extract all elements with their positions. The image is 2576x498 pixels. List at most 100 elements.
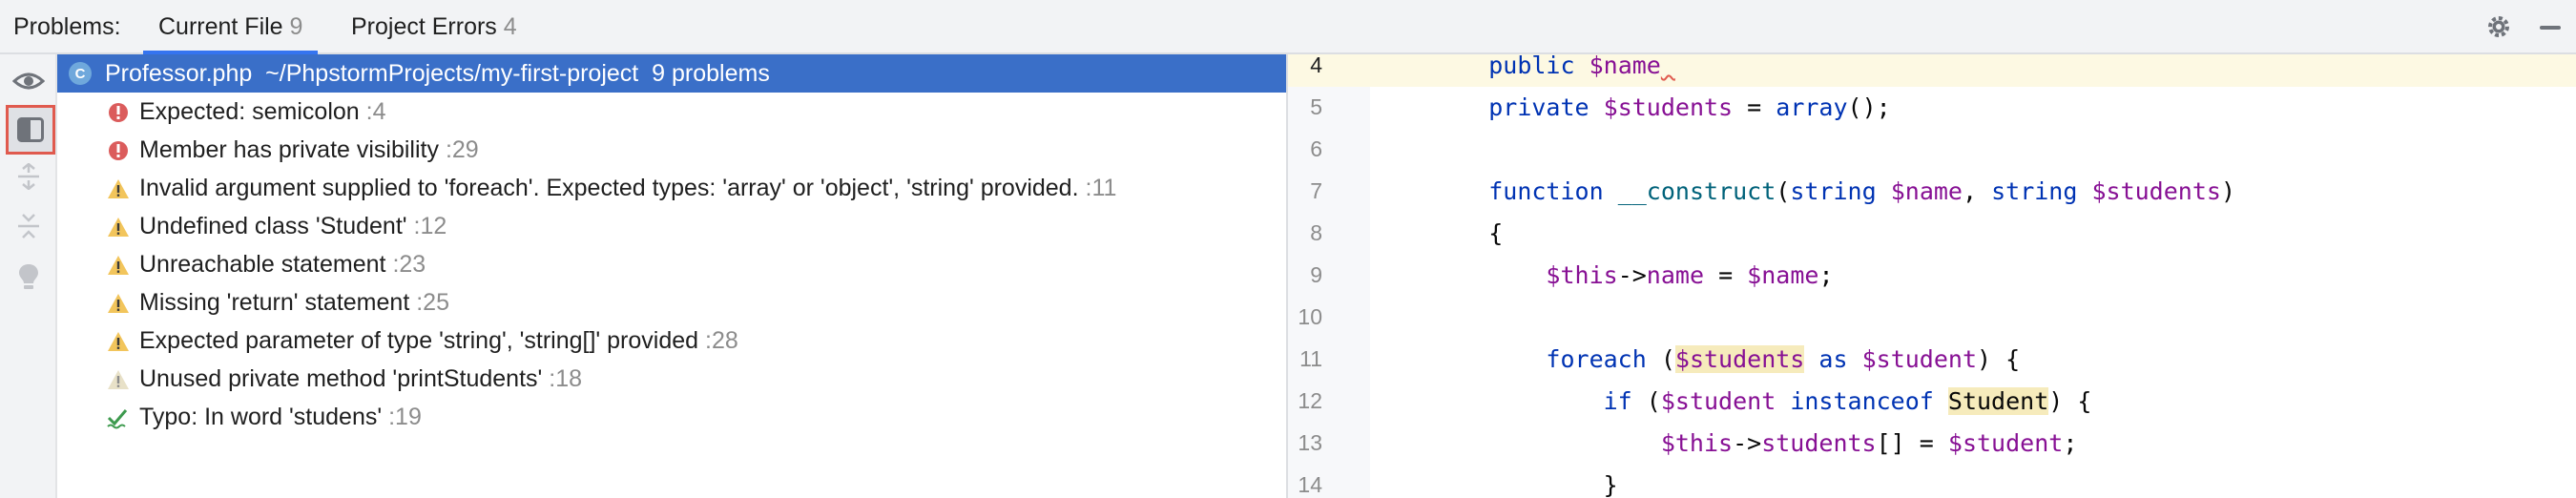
problems-tabbar: Problems: Current File 9 Project Errors … bbox=[0, 0, 2576, 54]
line-number: 11 bbox=[1299, 346, 1322, 371]
code-token: foreach bbox=[1546, 345, 1647, 373]
line-number: 5 bbox=[1310, 94, 1322, 119]
preview-toggle[interactable] bbox=[11, 64, 46, 98]
line-number: 7 bbox=[1310, 178, 1322, 203]
code-token: [] = bbox=[1876, 429, 1948, 457]
problem-row[interactable]: Expected: semicolon :4 bbox=[57, 93, 1286, 131]
problem-row[interactable]: Unused private method 'printStudents' :1… bbox=[57, 360, 1286, 398]
warning-icon bbox=[108, 294, 129, 313]
problem-line: :23 bbox=[392, 251, 426, 278]
line-number: 8 bbox=[1310, 220, 1322, 245]
code-preview: 4 public $name 5 private $students = arr… bbox=[1288, 54, 2576, 498]
code-line[interactable]: 5 private $students = array(); bbox=[1288, 87, 2576, 129]
code-line[interactable]: 6 bbox=[1288, 129, 2576, 171]
problem-line: :4 bbox=[365, 98, 386, 125]
problem-line: :25 bbox=[416, 289, 449, 316]
tab-project-errors[interactable]: Project Errors 4 bbox=[336, 0, 532, 54]
code-token: array bbox=[1776, 93, 1848, 121]
collapse-all-button[interactable] bbox=[11, 209, 46, 243]
quick-fix-button[interactable] bbox=[11, 259, 46, 294]
line-number: 9 bbox=[1310, 262, 1322, 287]
problem-row[interactable]: Expected parameter of type 'string', 'st… bbox=[57, 322, 1286, 360]
code-token: Student bbox=[1947, 387, 2049, 415]
code-line[interactable]: 14 } bbox=[1288, 465, 2576, 498]
code-token: private bbox=[1488, 93, 1589, 121]
code-token: ( bbox=[1646, 345, 1675, 373]
code-token: $students bbox=[1674, 345, 1805, 373]
problem-row[interactable]: Typo: In word 'studens' :19 bbox=[57, 398, 1286, 436]
code-line[interactable]: 9 $this->name = $name; bbox=[1288, 255, 2576, 297]
code-line[interactable]: 7 function __construct(string $name, str… bbox=[1288, 171, 2576, 213]
tab-project-errors-label: Project Errors bbox=[351, 13, 497, 40]
code-text: public $name bbox=[1431, 54, 1675, 79]
problem-text: Unreachable statement bbox=[139, 251, 386, 278]
weak-warning-icon bbox=[108, 370, 129, 389]
line-number: 12 bbox=[1298, 388, 1322, 413]
problem-line: :19 bbox=[388, 404, 422, 430]
error-icon bbox=[109, 141, 128, 160]
problem-text: Unused private method 'printStudents' bbox=[139, 365, 543, 392]
code-text: foreach ($students as $student) { bbox=[1431, 345, 2020, 373]
problem-row[interactable]: Invalid argument supplied to 'foreach'. … bbox=[57, 169, 1286, 207]
code-line[interactable]: 8 { bbox=[1288, 213, 2576, 255]
panel-layout-icon bbox=[17, 117, 44, 142]
details-panel-toggle[interactable] bbox=[6, 105, 55, 155]
warning-icon bbox=[108, 256, 129, 275]
code-token: $students bbox=[1603, 93, 1734, 121]
minimize-icon[interactable] bbox=[2540, 26, 2561, 30]
tab-current-file[interactable]: Current File 9 bbox=[143, 0, 319, 54]
problem-text-wrap: Expected parameter of type 'string', 'st… bbox=[139, 327, 738, 355]
code-line[interactable]: 13 $this->students[] = $student; bbox=[1288, 423, 2576, 465]
problem-row[interactable]: Missing 'return' statement :25 bbox=[57, 283, 1286, 322]
file-node-text: Professor.php ~/PhpstormProjects/my-firs… bbox=[105, 60, 770, 88]
eye-icon bbox=[12, 73, 45, 90]
code-token: $students bbox=[2091, 177, 2221, 205]
code-token: as bbox=[1818, 345, 1848, 373]
code-token: __construct bbox=[1617, 177, 1776, 205]
problem-line: :11 bbox=[1085, 175, 1117, 201]
code-line[interactable]: 4 public $name bbox=[1288, 54, 2576, 87]
problem-row[interactable]: Undefined class 'Student' :12 bbox=[57, 207, 1286, 245]
file-name: Professor.php bbox=[105, 60, 253, 87]
gear-icon[interactable] bbox=[2484, 12, 2513, 41]
problem-line: :28 bbox=[705, 327, 738, 354]
code-token: (); bbox=[1847, 93, 1891, 121]
code-token: string bbox=[1991, 177, 2078, 205]
line-number: 4 bbox=[1310, 54, 1322, 77]
code-token: if bbox=[1603, 387, 1632, 415]
code-token: $name bbox=[1747, 261, 1819, 289]
code-text: } bbox=[1431, 471, 1618, 498]
problem-text-wrap: Unreachable statement :23 bbox=[139, 251, 426, 279]
warning-icon bbox=[108, 218, 129, 237]
problem-text: Expected: semicolon bbox=[139, 98, 360, 125]
problem-row[interactable]: Member has private visibility :29 bbox=[57, 131, 1286, 169]
code-line[interactable]: 11 foreach ($students as $student) { bbox=[1288, 339, 2576, 381]
lightbulb-icon bbox=[19, 264, 38, 289]
problems-toolbar bbox=[0, 54, 57, 498]
code-token: = bbox=[1704, 261, 1748, 289]
code-text: if ($student instanceof Student) { bbox=[1431, 387, 2091, 415]
code-token: instanceof bbox=[1790, 387, 1934, 415]
line-number: 10 bbox=[1298, 304, 1322, 329]
code-token: $student bbox=[1947, 429, 2064, 457]
problems-label: Problems: bbox=[13, 13, 121, 40]
code-token: $this bbox=[1660, 429, 1734, 457]
code-token: { bbox=[1431, 219, 1504, 247]
collapse-all-icon bbox=[18, 214, 39, 239]
code-line[interactable]: 12 if ($student instanceof Student) { bbox=[1288, 381, 2576, 423]
problem-row[interactable]: Unreachable statement :23 bbox=[57, 245, 1286, 283]
code-token: ) { bbox=[1977, 345, 2021, 373]
code-line[interactable]: 10 bbox=[1288, 297, 2576, 339]
file-node-row[interactable]: C Professor.php ~/PhpstormProjects/my-fi… bbox=[57, 54, 1286, 93]
expand-all-button[interactable] bbox=[11, 159, 46, 194]
code-token: } bbox=[1431, 471, 1618, 498]
code-token: ; bbox=[1818, 261, 1834, 289]
